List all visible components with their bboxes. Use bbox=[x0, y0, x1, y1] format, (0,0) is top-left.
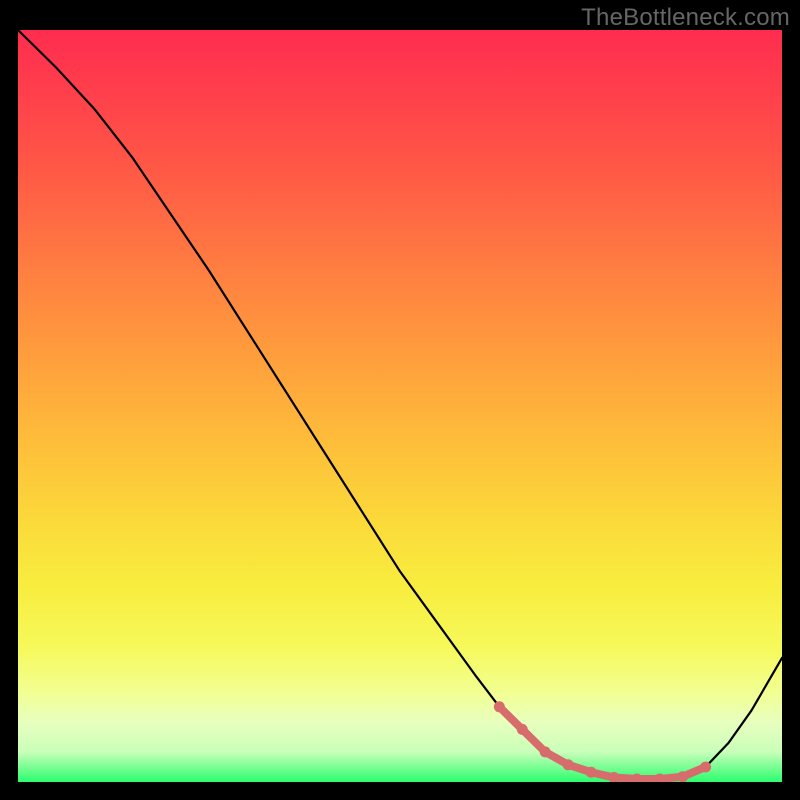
chart-stage: TheBottleneck.com bbox=[0, 0, 800, 800]
plot-gradient-bg bbox=[18, 30, 782, 782]
plot-frame bbox=[18, 30, 782, 782]
watermark-text: TheBottleneck.com bbox=[581, 4, 790, 32]
